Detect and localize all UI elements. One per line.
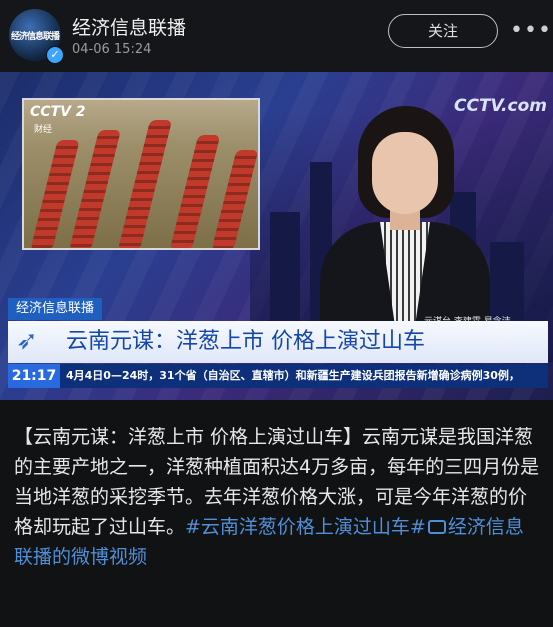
news-ticker: 21:17 4月4日0—24时，31个省（自治区、直辖市）和新疆生产建设兵团报告…: [8, 364, 548, 388]
avatar-text: 经济信息联播: [10, 32, 60, 42]
account-name[interactable]: 经济信息联播: [72, 13, 186, 40]
news-anchor: [320, 106, 490, 332]
field-footage-inset: CCTV 2 财经: [22, 98, 260, 250]
headline-text: 云南元谋：洋葱上市 价格上演过山车: [66, 329, 425, 354]
anchor-face: [372, 132, 438, 214]
ticker-time: 21:17: [8, 364, 60, 388]
headline-swoosh-icon: ➶: [16, 326, 38, 356]
verified-icon: ✓: [46, 46, 64, 64]
follow-button[interactable]: 关注: [388, 14, 498, 48]
post-header: 经济信息联播 ✓ 经济信息联播 04-06 15:24 关注 •••: [0, 0, 553, 72]
post-time: 04-06 15:24: [72, 42, 152, 57]
video-player[interactable]: CCTV 2 财经 CCTV.com 元谋台 李建霖 易念洁 经济信息联播 ➶ …: [0, 72, 553, 400]
post-caption: 【云南元谋：洋葱上市 价格上演过山车】云南元谋是我国洋葱的主要产地之一，洋葱种植…: [14, 422, 542, 572]
ticker-text: 4月4日0—24时，31个省（自治区、直辖市）和新疆生产建设兵团报告新增确诊病例…: [66, 369, 520, 382]
hashtag-link[interactable]: #云南洋葱价格上演过山车#: [185, 516, 426, 538]
onion-row: [117, 120, 173, 248]
headline-bar: ➶ 云南元谋：洋葱上市 价格上演过山车: [8, 321, 548, 363]
onion-row: [169, 135, 221, 248]
more-options-icon[interactable]: •••: [510, 18, 552, 43]
inset-channel-logo: CCTV 2: [30, 104, 86, 120]
inset-channel-sub: 财经: [34, 125, 53, 135]
program-label: 经济信息联播: [8, 298, 103, 320]
onion-row: [211, 150, 258, 248]
video-icon: [427, 520, 446, 534]
